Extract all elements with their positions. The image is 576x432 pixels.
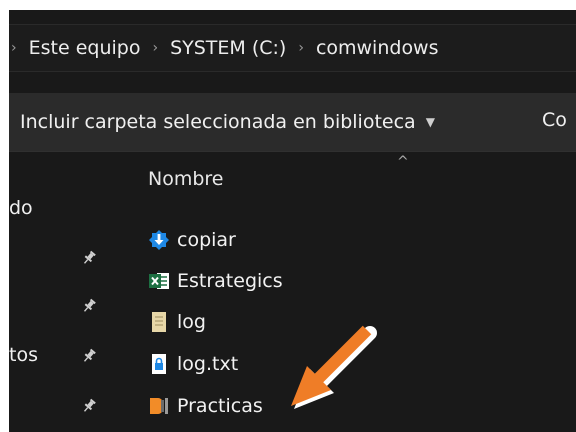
column-header-name[interactable]: Nombre [148,168,224,190]
file-name: log [177,311,206,333]
project-app-icon [150,398,168,414]
file-name: log.txt [177,353,239,375]
breadcrumb-item-system-c[interactable]: SYSTEM (C:) [170,37,286,59]
list-item[interactable]: log [148,306,206,338]
locked-text-file-icon [152,354,166,374]
breadcrumb-separator[interactable]: › [152,40,158,56]
breadcrumb-item-este-equipo[interactable]: Este equipo [29,37,141,59]
list-item[interactable]: copiar [148,224,236,256]
address-bar[interactable]: › Este equipo › SYSTEM (C:) › comwindows [9,24,576,72]
file-name: Estrategics [177,270,283,292]
pin-icon [83,298,96,312]
text-document-icon [152,312,166,332]
annotation-arrow [291,325,377,409]
list-item[interactable]: Practicas [148,390,263,422]
breadcrumb-separator[interactable]: › [298,40,304,56]
sort-ascending-icon: ^ [397,154,409,170]
excel-file-icon [149,273,169,289]
chevron-down-icon: ▼ [425,115,435,129]
file-explorer-window: › Este equipo › SYSTEM (C:) › comwindows… [9,10,576,432]
list-item[interactable]: Estrategics [148,265,283,297]
include-in-library-button[interactable]: Incluir carpeta seleccionada en bibliote… [20,111,435,133]
navigation-pane: do tos [9,152,119,432]
list-item[interactable]: log.txt [148,348,238,380]
pin-icon [83,398,96,412]
installer-download-icon [149,230,169,250]
file-name: Practicas [177,395,263,417]
file-name: copiar [177,229,236,251]
pin-icon [83,348,96,362]
nav-item-label[interactable]: do [9,197,33,219]
next-command-button[interactable]: Co [542,109,567,131]
include-in-library-label: Incluir carpeta seleccionada en bibliote… [20,111,416,133]
breadcrumb-item-comwindows[interactable]: comwindows [316,37,439,59]
breadcrumb-separator: › [11,40,17,56]
pin-icon [83,250,96,264]
nav-item-label[interactable]: tos [9,344,38,366]
command-bar: Incluir carpeta seleccionada en bibliote… [9,93,576,152]
